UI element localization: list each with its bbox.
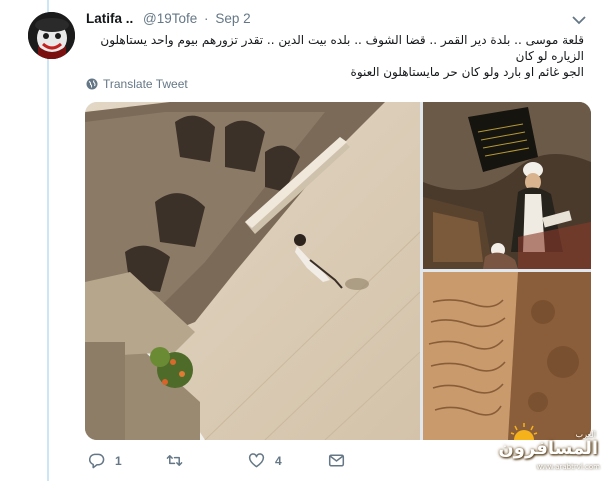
reply-icon [88, 453, 105, 469]
photo-wax-figures[interactable] [423, 102, 591, 269]
thread-line [47, 0, 49, 481]
tweet-text-line: قلعة موسى .. بلدة دير القمر .. قضا الشوف… [100, 33, 584, 63]
author-name[interactable]: Latifa .. [86, 11, 133, 26]
globe-icon [86, 78, 98, 90]
avatar[interactable] [28, 12, 75, 59]
arabtrvl-watermark: العرب المسافرون www.arabtrvl.com [496, 420, 604, 478]
retweet-button[interactable] [166, 452, 193, 469]
translate-label: Translate Tweet [103, 77, 188, 91]
tweet-date[interactable]: Sep 2 [215, 11, 250, 26]
message-icon [328, 454, 345, 467]
tweet-actions: 1 4 [86, 452, 386, 472]
retweet-icon [166, 455, 183, 466]
watermark-main: المسافرون [498, 438, 598, 459]
watermark-url: www.arabtrvl.com [536, 463, 600, 471]
photo-castle-courtyard[interactable] [85, 102, 420, 440]
author-handle[interactable]: @19Tofe [143, 11, 197, 26]
media-grid [85, 102, 591, 440]
translate-tweet-link[interactable]: Translate Tweet [86, 77, 188, 91]
separator: · [204, 11, 209, 26]
tweet-header: Latifa .. @19Tofe · Sep 2 [86, 11, 251, 26]
like-button[interactable]: 4 [248, 452, 282, 469]
caret-down-icon[interactable] [571, 13, 587, 25]
reply-button[interactable]: 1 [88, 452, 122, 469]
like-icon [248, 453, 265, 468]
direct-message-button[interactable] [328, 452, 345, 469]
like-count: 4 [275, 453, 282, 468]
tweet: Latifa .. @19Tofe · Sep 2 قلعة موسى .. ب… [0, 0, 607, 481]
reply-count: 1 [115, 453, 122, 468]
tweet-text: قلعة موسى .. بلدة دير القمر .. قضا الشوف… [86, 32, 584, 80]
photo-inscription-stone[interactable] [423, 272, 591, 440]
